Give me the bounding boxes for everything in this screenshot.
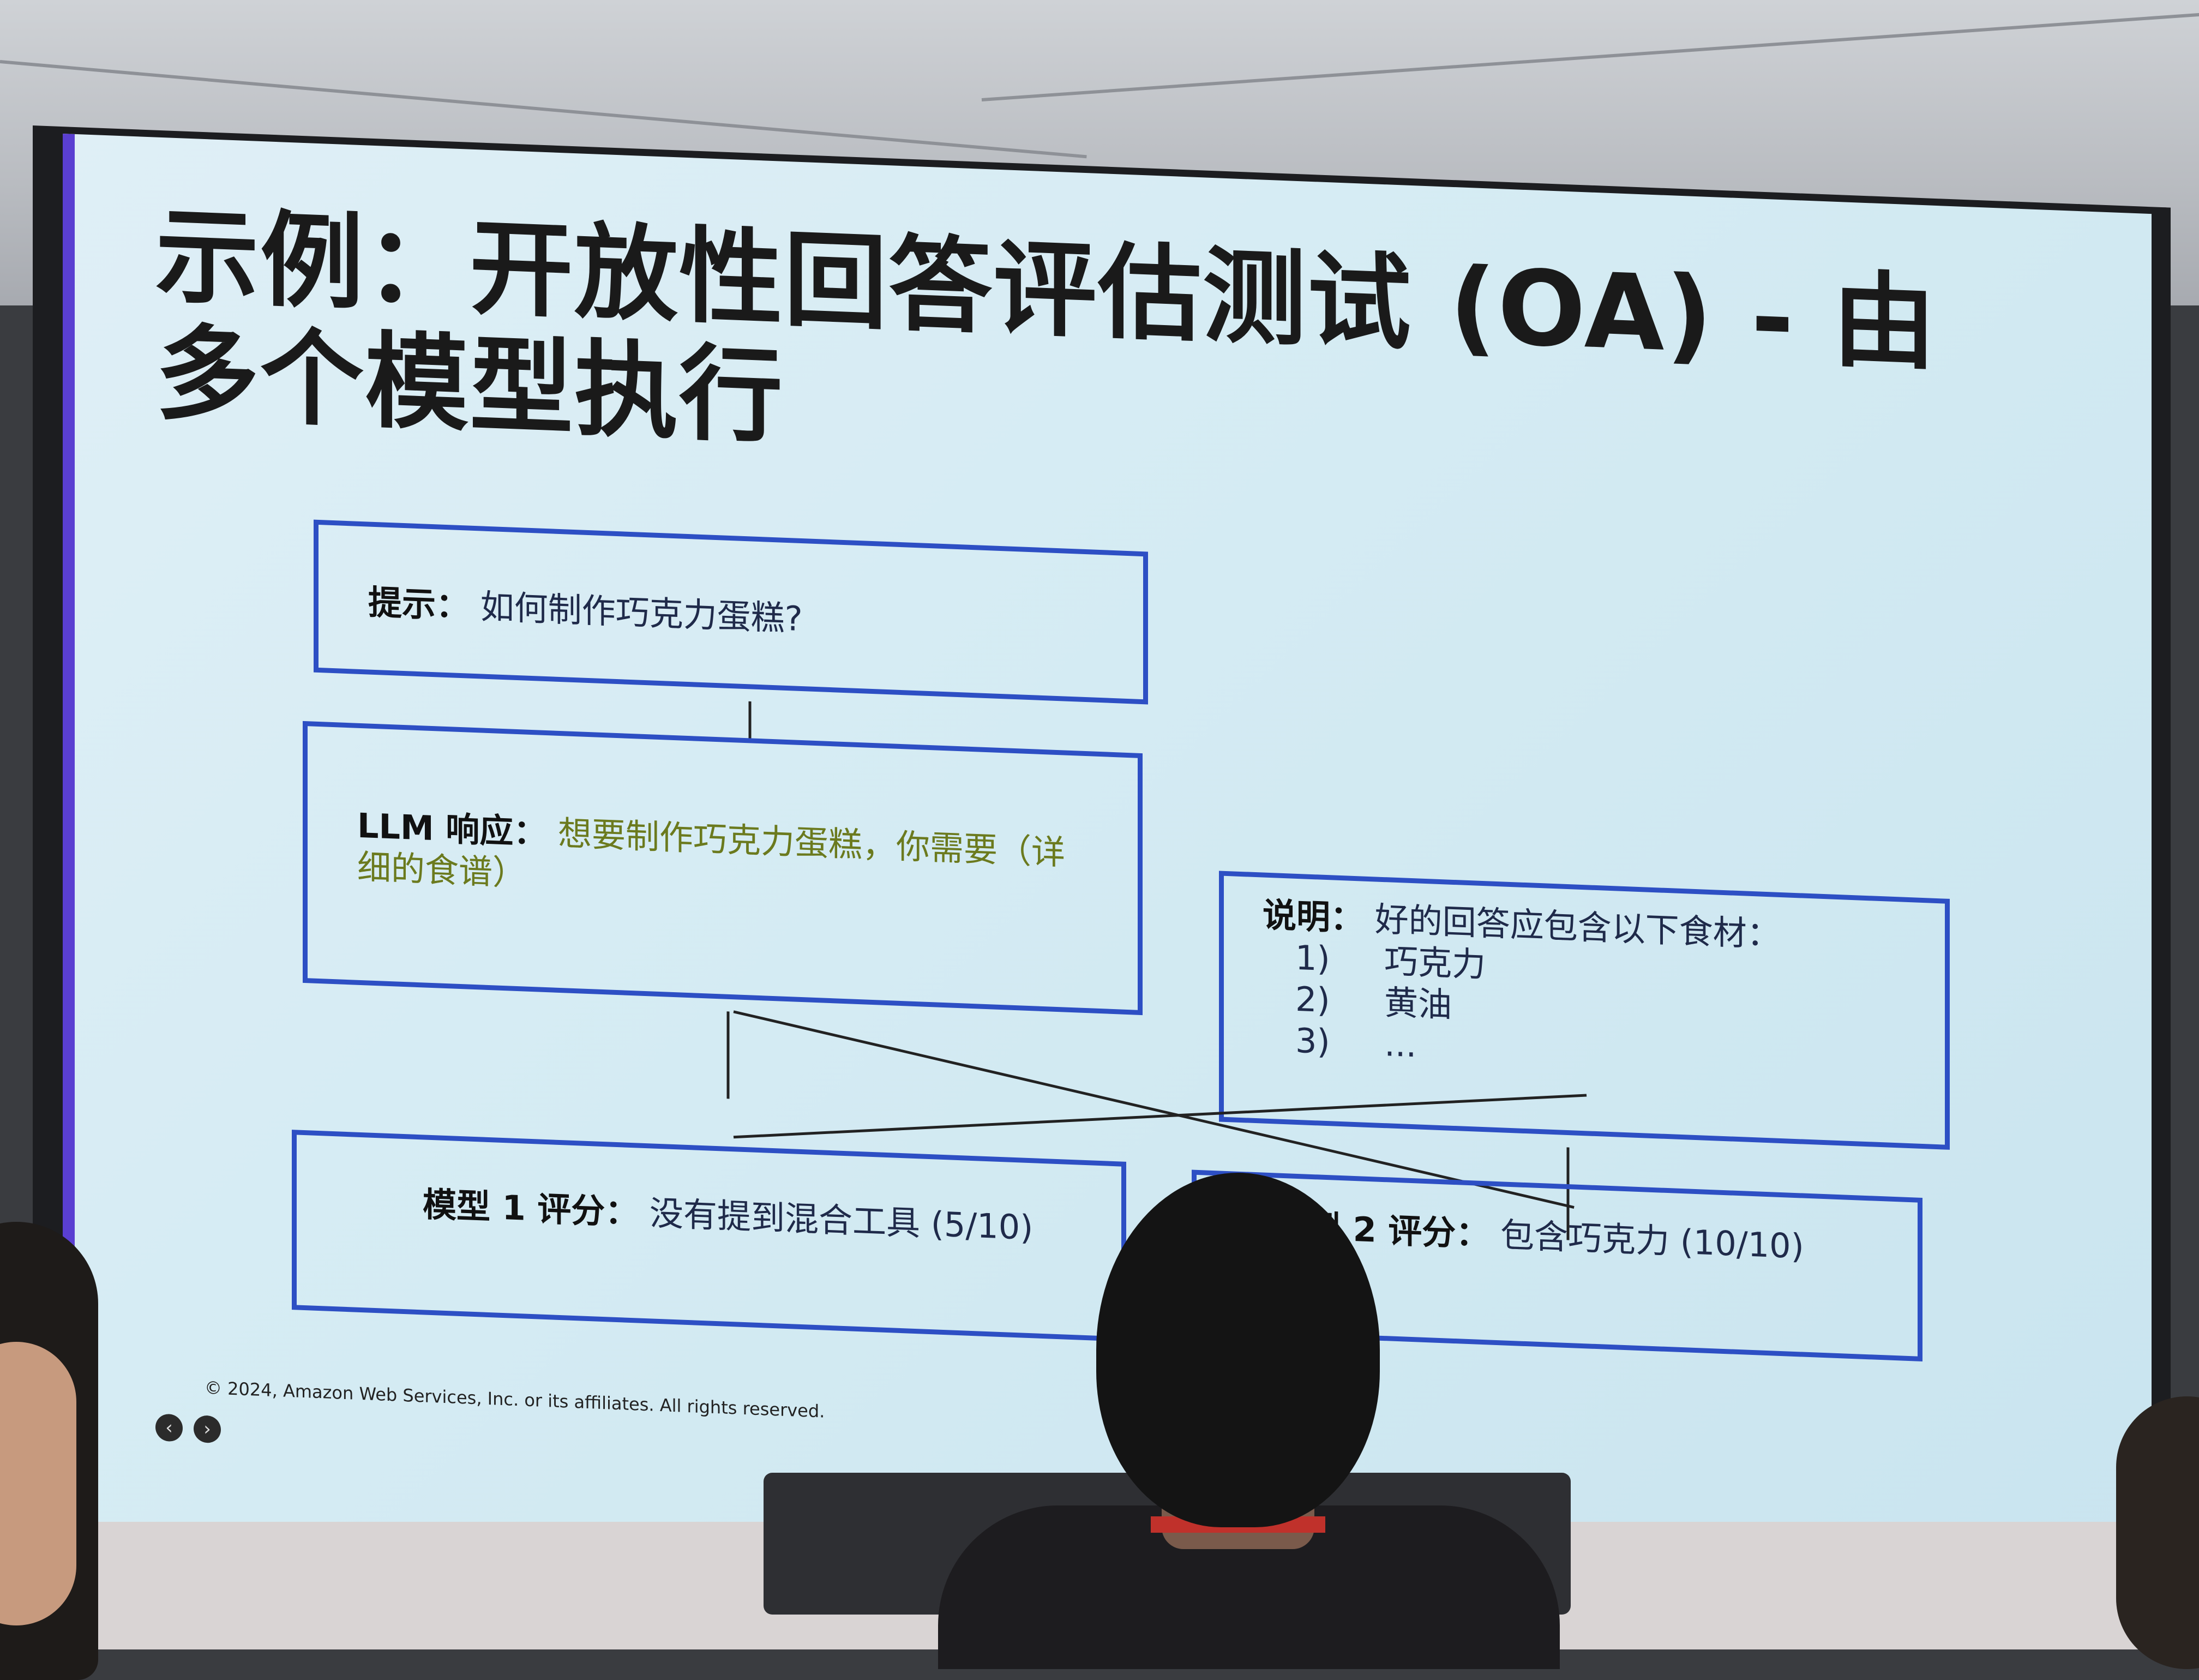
ingredient-number: 1)	[1295, 937, 1330, 979]
slide-footer: © 2024, Amazon Web Services, Inc. or its…	[205, 1377, 825, 1422]
ingredient-name: ...	[1384, 1024, 1417, 1065]
ingredient-name: 黄油	[1384, 982, 1452, 1025]
arrow-right-icon[interactable]: ›	[194, 1415, 221, 1444]
audience-person-right	[2116, 1396, 2199, 1669]
photo-scene: 示例：开放性回答评估测试 (OA) - 由多个模型执行 提示： 如何制作巧克力蛋…	[0, 0, 2199, 1680]
ingredient-name: 巧克力	[1384, 941, 1486, 985]
chevron-left-icon[interactable]: ‹	[155, 1413, 183, 1442]
arrow-prompt-to-llm	[748, 701, 752, 740]
prompt-label: 提示：	[368, 582, 470, 626]
ingredient-number: 2)	[1295, 979, 1330, 1021]
ingredient-number: 3)	[1295, 1020, 1330, 1062]
model1-label: 模型 1 评分：	[423, 1184, 639, 1233]
arrow-llm-to-model1	[726, 1011, 730, 1099]
instructions-label: 说明：	[1263, 895, 1365, 939]
llm-label: LLM 响应：	[357, 805, 548, 853]
audience-person-left-face	[0, 1342, 76, 1625]
slide-title: 示例：开放性回答评估测试 (OA) - 由多个模型执行	[155, 195, 1937, 458]
audience-person-head	[1096, 1173, 1380, 1527]
instructions-text: 说明： 好的回答应包含以下食材： 1) 巧克力 2) 黄油 3) ...	[1263, 895, 1917, 1085]
